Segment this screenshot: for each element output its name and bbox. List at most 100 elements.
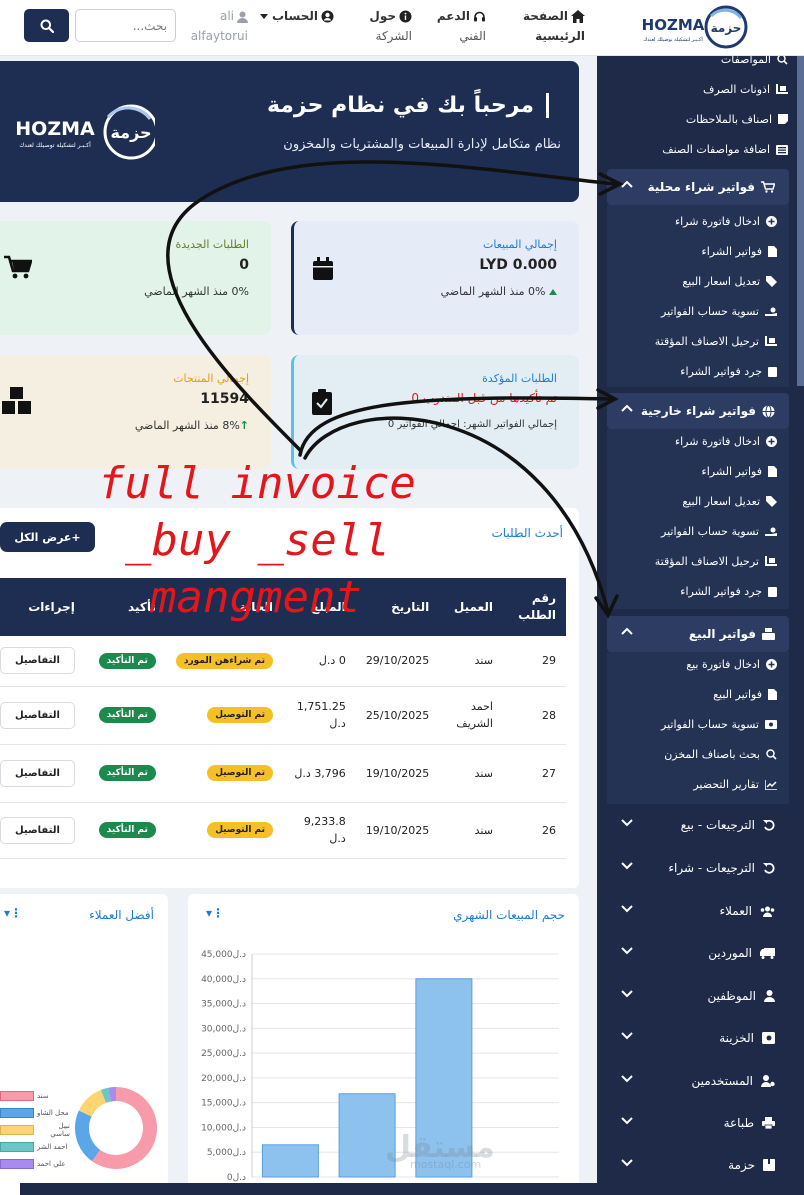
sidebar-section-employees[interactable]: الموظفين bbox=[607, 981, 789, 1011]
legend-swatch bbox=[0, 1158, 34, 1169]
sidebar-item-foreign-add-invoice[interactable]: ادخال فاتورة شراء bbox=[675, 435, 777, 448]
clients-menu-icon[interactable]: ⋮▾ bbox=[4, 906, 22, 920]
order-actions: التفاصيل bbox=[0, 686, 85, 745]
sidebar-submenu-foreign: ادخال فاتورة شراء فواتير الشراء تعديل اس… bbox=[607, 429, 789, 609]
sidebar-section-users[interactable]: المستخدمين bbox=[607, 1066, 789, 1096]
monthly-sales-title: حجم المبيعات الشهري bbox=[453, 908, 565, 922]
chevron-down-icon bbox=[621, 1075, 633, 1083]
sidebar-item-sales-add-invoice[interactable]: ادخال فاتورة بيع bbox=[686, 658, 777, 671]
nav-home[interactable]: الصفحة الرئيسية bbox=[523, 6, 585, 46]
order-client: سند bbox=[439, 744, 503, 803]
search-button[interactable] bbox=[24, 9, 69, 42]
legend-item: علي احمد bbox=[0, 1155, 70, 1172]
donut-slice[interactable] bbox=[108, 1087, 117, 1102]
annotation-text-line1: full invoice bbox=[98, 458, 416, 509]
sidebar-scrollbar[interactable] bbox=[797, 56, 804, 386]
sidebar-group-sales-invoices[interactable]: فواتير البيع bbox=[607, 616, 789, 652]
truck-ramp-icon bbox=[765, 556, 777, 566]
sidebar-item-foreign-transfer[interactable]: ترحيل الاصناف المؤقتة bbox=[655, 555, 777, 568]
top-navbar: حزمة HOZMA أكـبـر لتشكيلة توصيلك لعندك ا… bbox=[0, 0, 804, 56]
sidebar-section-suppliers[interactable]: الموردين bbox=[607, 938, 789, 968]
col-client: العميل bbox=[453, 600, 493, 614]
nav-support[interactable]: الدعم الفني bbox=[437, 6, 486, 46]
sidebar-item-foreign-inventory[interactable]: جرد فواتير الشراء bbox=[680, 585, 777, 598]
banner-logo-word: HOZMA bbox=[15, 118, 95, 140]
chart-menu-icon[interactable]: ⋮▾ bbox=[206, 906, 224, 920]
sidebar-section-returns-buy[interactable]: الترجيعات - شراء bbox=[607, 853, 789, 883]
banner-logo-arabic: حزمة bbox=[110, 123, 151, 142]
annotation-text-line2: _buy _sell bbox=[125, 515, 390, 566]
sidebar-item-local-settle[interactable]: تسوية حساب الفواتير bbox=[661, 305, 777, 318]
order-actions: التفاصيل bbox=[0, 802, 85, 859]
chevron-down-icon bbox=[621, 990, 633, 998]
sidebar-section-treasury[interactable]: الخزينة bbox=[607, 1023, 789, 1053]
confirm-badge: تم التأكيد bbox=[98, 765, 156, 781]
cart-icon bbox=[4, 255, 32, 279]
order-date: 29/10/2025 bbox=[355, 636, 440, 687]
donut-slice[interactable] bbox=[75, 1110, 101, 1162]
donut-slice[interactable] bbox=[91, 1087, 157, 1169]
search-input[interactable] bbox=[75, 9, 176, 42]
order-id: 27 bbox=[502, 744, 566, 803]
user-icon bbox=[237, 11, 248, 23]
sidebar-section-hozma[interactable]: حزمة bbox=[607, 1150, 789, 1180]
details-button[interactable]: التفاصيل bbox=[0, 701, 75, 729]
order-amount: 0 د.ل bbox=[282, 636, 356, 687]
sidebar-section-print[interactable]: طباعة bbox=[607, 1108, 789, 1138]
sidebar-item-add-specs[interactable]: اضافة مواصفات الصنف bbox=[662, 143, 788, 156]
hozma-logo[interactable]: حزمة HOZMA أكـبـر لتشكيلة توصيلك لعندك bbox=[631, 4, 749, 50]
card-products-title: إجمالي المنتجات bbox=[173, 372, 249, 385]
home-icon bbox=[571, 10, 585, 23]
sidebar-item-local-transfer[interactable]: ترحيل الاصناف المؤقتة bbox=[655, 335, 777, 348]
card-confirmed-title: الطلبات المؤكدة bbox=[482, 372, 557, 385]
sidebar-item-foreign-edit-prices[interactable]: تعديل اسعار البيع bbox=[682, 495, 777, 508]
sidebar-item-sales-invoices[interactable]: فواتير البيع bbox=[713, 688, 777, 701]
y-tick-label: د.ل25,000 bbox=[201, 1049, 246, 1059]
users-icon bbox=[760, 906, 775, 917]
undo-icon bbox=[763, 819, 775, 831]
sidebar-item-local-invoices[interactable]: فواتير الشراء bbox=[702, 245, 777, 258]
nav-about[interactable]: حول الشركة bbox=[369, 6, 412, 46]
details-button[interactable]: التفاصيل bbox=[0, 816, 75, 844]
sidebar-item-local-add-invoice[interactable]: ادخال فاتورة شراء bbox=[675, 215, 777, 228]
status-badge: تم التوصيل bbox=[207, 707, 273, 723]
hand-coin-icon bbox=[765, 527, 777, 536]
sidebar-section-clients[interactable]: العملاء bbox=[607, 896, 789, 926]
donut-slice[interactable] bbox=[100, 1087, 112, 1103]
welcome-banner: مرحباً بك في نظام حزمة نظام متكامل لإدار… bbox=[0, 61, 579, 202]
sidebar-item-sales-settle[interactable]: تسوية حساب الفواتير bbox=[661, 718, 777, 731]
sidebar-item-specs[interactable]: المواصفات bbox=[721, 56, 788, 66]
sidebar-group-foreign-purchase[interactable]: فواتير شراء خارجية bbox=[607, 393, 789, 429]
order-status: تم شراءهن المورد bbox=[165, 636, 283, 687]
headset-icon bbox=[474, 11, 485, 22]
sidebar-item-local-edit-prices[interactable]: تعديل اسعار البيع bbox=[682, 275, 777, 288]
card-total-sales: إجمالي المبيعات LYD 0.000 0% منذ الشهر ا… bbox=[291, 221, 579, 335]
sidebar-item-local-inventory[interactable]: جرد فواتير الشراء bbox=[680, 365, 777, 378]
sidebar-section-returns-sell[interactable]: الترجيعات - بيع bbox=[607, 810, 789, 840]
monthly-sales-chart: د.ل0 د.ل5,000 د.ل10,000 د.ل15,000 د.ل20,000 د… bbox=[201, 950, 559, 1194]
details-button[interactable]: التفاصيل bbox=[0, 647, 75, 675]
sidebar-item-disbursement[interactable]: اذونات الصرف bbox=[703, 83, 788, 96]
sidebar-group-local-purchase[interactable]: فواتير شراء محلية bbox=[607, 169, 789, 205]
order-status: تم التوصيل bbox=[165, 744, 283, 803]
sidebar-item-foreign-settle[interactable]: تسوية حساب الفواتير bbox=[661, 525, 777, 538]
clipboard-icon bbox=[768, 587, 777, 597]
y-tick-label: د.ل0 bbox=[227, 1173, 246, 1183]
chevron-down-icon bbox=[621, 1159, 633, 1167]
cash-register-icon bbox=[762, 628, 775, 640]
sidebar-item-stock-search[interactable]: بحث باصناف المخزن bbox=[664, 748, 777, 761]
sidebar-item-noted-items[interactable]: اصناف بالملاحظات bbox=[686, 113, 788, 126]
order-status: تم التوصيل bbox=[165, 686, 283, 745]
chevron-down-icon bbox=[621, 1117, 633, 1125]
nav-account-dropdown[interactable]: الحساب bbox=[257, 6, 334, 26]
card-products-note: ↑8% منذ الشهر الماضي bbox=[134, 419, 249, 432]
sidebar-item-foreign-invoices[interactable]: فواتير الشراء bbox=[702, 465, 777, 478]
top-clients-donut bbox=[75, 1087, 157, 1169]
legend-swatch bbox=[0, 1107, 34, 1118]
bar[interactable] bbox=[261, 1144, 319, 1178]
sidebar-item-prep-reports[interactable]: تقارير التحضير bbox=[693, 778, 777, 791]
view-all-button[interactable]: +عرض الكل bbox=[0, 522, 95, 552]
donut-slice[interactable] bbox=[78, 1089, 107, 1117]
chevron-down-icon bbox=[621, 1032, 633, 1040]
details-button[interactable]: التفاصيل bbox=[0, 759, 75, 787]
